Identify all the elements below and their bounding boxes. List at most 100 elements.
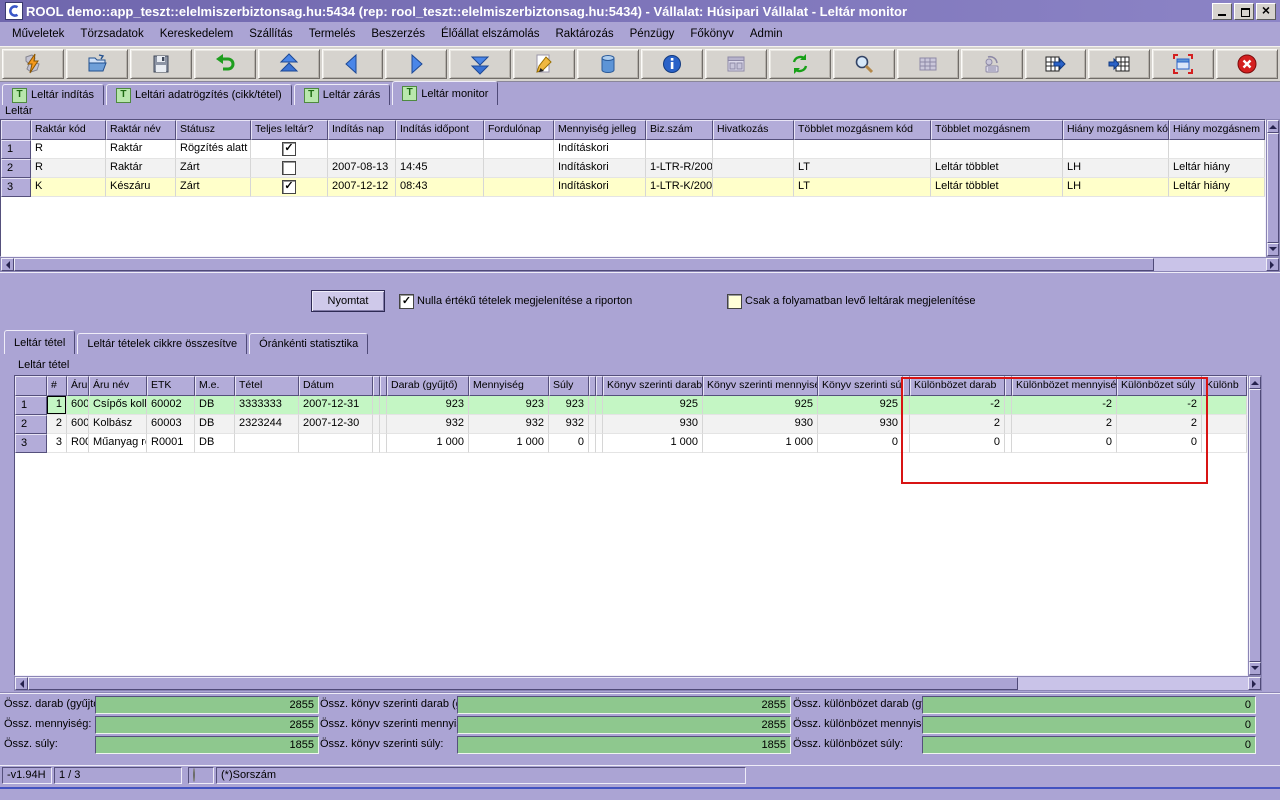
column-header[interactable]: Többlet mozgásnem kód	[794, 120, 931, 140]
table-cell[interactable]: 14:45	[396, 159, 484, 178]
column-header[interactable]: Teljes leltár?	[251, 120, 328, 140]
minimize-button[interactable]	[1212, 3, 1232, 20]
table-cell[interactable]: 2323244	[235, 415, 299, 434]
toolbar-button-save[interactable]	[130, 49, 192, 79]
toolbar-button-last-record[interactable]	[449, 49, 511, 79]
scroll-up-button[interactable]	[1249, 376, 1261, 389]
scroll-thumb[interactable]	[14, 258, 1154, 271]
column-header[interactable]: #	[47, 376, 67, 396]
column-header[interactable]: Hivatkozás	[713, 120, 794, 140]
table-row[interactable]: 11600Csípős kolbás60002DB33333332007-12-…	[15, 396, 1247, 415]
table-cell[interactable]	[1169, 140, 1265, 159]
scroll-right-button[interactable]	[1266, 258, 1279, 271]
row-checkbox[interactable]	[282, 161, 296, 175]
toolbar-button-table-export[interactable]	[1025, 49, 1087, 79]
table-cell[interactable]: DB	[195, 396, 235, 415]
tab-leltar-tetelek-cikkre[interactable]: Leltár tételek cikkre összesítve	[77, 333, 247, 354]
table-cell[interactable]: 2007-08-13	[328, 159, 396, 178]
table-cell[interactable]: 930	[703, 415, 818, 434]
menu-muveletek[interactable]: Műveletek	[4, 25, 72, 43]
upper-table-horizontal-scrollbar[interactable]	[0, 257, 1280, 272]
table-row[interactable]: 22600Kolbász60003DB23232442007-12-309329…	[15, 415, 1247, 434]
table-cell[interactable]	[903, 396, 910, 415]
table-cell[interactable]	[484, 178, 554, 197]
table-cell[interactable]: 60002	[147, 396, 195, 415]
table-cell[interactable]: 2	[1117, 415, 1202, 434]
show-zero-items-checkbox[interactable]	[399, 294, 414, 309]
column-header[interactable]: Könyv szerinti mennyiség	[703, 376, 818, 396]
table-cell[interactable]: 2	[1012, 415, 1117, 434]
table-cell[interactable]	[373, 434, 380, 453]
table-cell[interactable]	[589, 415, 596, 434]
table-cell[interactable]: R	[31, 159, 106, 178]
table-cell[interactable]: Rögzítés alatt	[176, 140, 251, 159]
table-cell[interactable]	[373, 415, 380, 434]
scroll-thumb[interactable]	[1267, 133, 1279, 243]
table-cell[interactable]	[1202, 396, 1247, 415]
table-cell[interactable]	[380, 396, 387, 415]
menu-szallitas[interactable]: Szállítás	[241, 25, 300, 43]
table-cell[interactable]	[596, 415, 603, 434]
table-cell[interactable]: 1 000	[469, 434, 549, 453]
print-button[interactable]: Nyomtat	[311, 290, 385, 312]
row-number-cell[interactable]: 1	[15, 396, 47, 415]
table-cell[interactable]: Leltár hiány	[1169, 178, 1265, 197]
lower-table-vertical-scrollbar[interactable]	[1248, 375, 1262, 676]
column-header[interactable]: Különbözet mennyiség	[1012, 376, 1117, 396]
tab-leltar-monitor[interactable]: TLeltár monitor	[392, 81, 498, 105]
menu-penzugy[interactable]: Pénzügy	[622, 25, 683, 43]
table-cell[interactable]: 0	[910, 434, 1005, 453]
table-cell[interactable]	[1005, 415, 1012, 434]
row-number-cell[interactable]: 2	[15, 415, 47, 434]
table-cell[interactable]: Raktár	[106, 159, 176, 178]
table-cell[interactable]: DB	[195, 434, 235, 453]
column-header[interactable]: Mennyiség	[469, 376, 549, 396]
scroll-thumb[interactable]	[28, 677, 1018, 690]
table-cell[interactable]: 925	[603, 396, 703, 415]
scroll-up-button[interactable]	[1267, 120, 1279, 133]
table-cell[interactable]: Indításkori	[554, 140, 646, 159]
row-number-cell[interactable]: 3	[1, 178, 31, 197]
tab-leltari-adatrogzites[interactable]: TLeltári adatrögzítés (cikk/tétel)	[106, 84, 292, 105]
table-cell[interactable]: 923	[387, 396, 469, 415]
table-cell[interactable]: Indításkori	[554, 159, 646, 178]
table-cell[interactable]: 923	[549, 396, 589, 415]
table-cell[interactable]: Leltár többlet	[931, 159, 1063, 178]
column-header[interactable]: Raktár név	[106, 120, 176, 140]
table-cell[interactable]: 1 000	[387, 434, 469, 453]
table-cell[interactable]: K	[31, 178, 106, 197]
table-cell[interactable]: 0	[818, 434, 903, 453]
table-cell[interactable]: 1 000	[603, 434, 703, 453]
table-cell[interactable]: 0	[1012, 434, 1117, 453]
column-header-blank[interactable]	[380, 376, 387, 396]
lower-table-horizontal-scrollbar[interactable]	[14, 676, 1262, 691]
restore-button[interactable]	[1234, 3, 1254, 20]
table-cell[interactable]	[903, 434, 910, 453]
table-cell[interactable]	[396, 140, 484, 159]
scroll-left-button[interactable]	[1, 258, 14, 271]
toolbar-button-search[interactable]	[833, 49, 895, 79]
table-cell[interactable]	[1005, 396, 1012, 415]
tab-leltar-inditas[interactable]: TLeltár indítás	[2, 84, 104, 105]
column-header[interactable]: Áru név	[89, 376, 147, 396]
table-cell[interactable]	[235, 434, 299, 453]
column-header-blank[interactable]	[589, 376, 596, 396]
table-cell[interactable]: Készáru	[106, 178, 176, 197]
table-cell[interactable]	[794, 140, 931, 159]
table-cell[interactable]: 60003	[147, 415, 195, 434]
table-cell[interactable]	[589, 396, 596, 415]
table-cell[interactable]: 0	[549, 434, 589, 453]
toolbar-button-next-record[interactable]	[385, 49, 447, 79]
scroll-left-button[interactable]	[15, 677, 28, 690]
row-checkbox[interactable]: ✓	[282, 180, 296, 194]
column-header[interactable]: Dátum	[299, 376, 373, 396]
table-cell[interactable]: 600	[67, 415, 89, 434]
table-cell[interactable]: 932	[387, 415, 469, 434]
toolbar-button-first-record[interactable]	[258, 49, 320, 79]
toolbar-button-table-import[interactable]	[1088, 49, 1150, 79]
table-cell[interactable]: R00	[67, 434, 89, 453]
table-cell[interactable]	[596, 396, 603, 415]
table-cell[interactable]	[328, 140, 396, 159]
table-cell[interactable]: R	[31, 140, 106, 159]
table-cell[interactable]: -2	[1012, 396, 1117, 415]
